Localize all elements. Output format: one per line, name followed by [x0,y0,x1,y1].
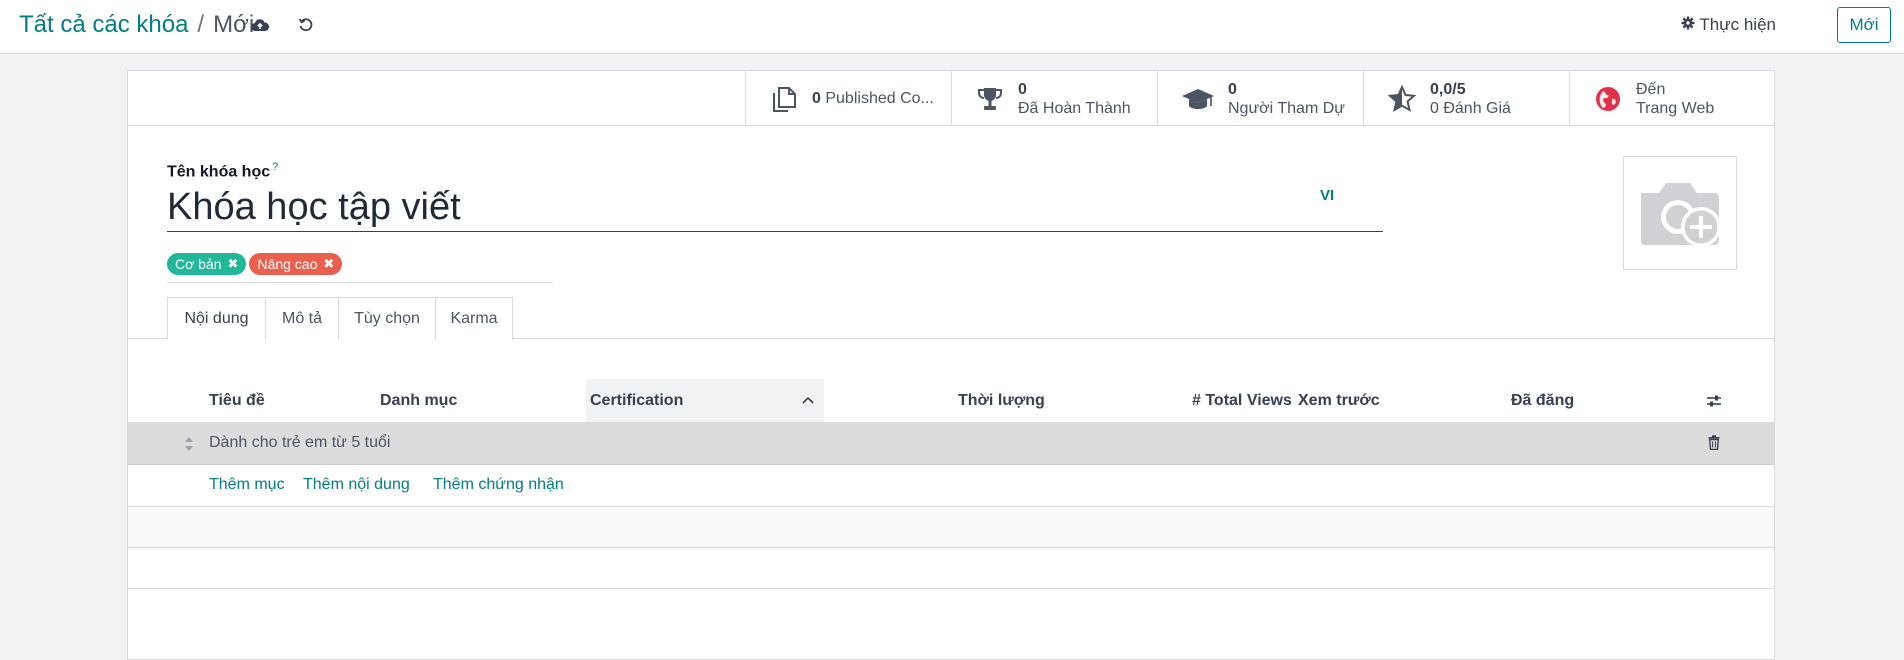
star-half-icon [1386,83,1418,115]
drag-handle-icon[interactable] [184,436,194,457]
completed-button[interactable]: 0 Đã Hoàn Thành [951,71,1157,126]
website-line1: Đến [1636,80,1666,98]
attendees-count: 0 [1228,80,1237,98]
header-divider [128,125,745,126]
tab-karma[interactable]: Karma [435,297,513,340]
trash-icon[interactable] [1708,435,1720,455]
notebook-tabs: Nội dung Mô tả Tùy chọn Karma [128,297,1774,340]
camera-plus-icon [1635,171,1725,256]
column-duration[interactable]: Thời lượng [958,379,1045,422]
course-name-input[interactable]: Khóa học tập viết [167,182,1383,232]
breadcrumb-separator: / [197,11,205,38]
tag-badge: Nâng cao ✖ [249,253,343,275]
published-contents-label: Published Co... [825,90,934,107]
optional-columns-sliders-icon[interactable] [1706,379,1722,422]
globe-icon [1592,83,1624,115]
remove-tag-icon[interactable]: ✖ [228,256,239,272]
control-panel: Tất cả các khóa / Mới Thực hiện Mới [0,0,1904,54]
add-content-link[interactable]: Thêm nội dung [303,476,410,494]
tag-badge: Cơ bản ✖ [167,253,247,275]
empty-row [128,548,1774,589]
column-published[interactable]: Đã đăng [1511,379,1574,422]
section-row[interactable]: Dành cho trẻ em từ 5 tuổi [128,423,1774,465]
column-certification[interactable]: Certification [586,379,824,422]
trophy-icon [974,83,1006,115]
gear-icon [1681,15,1695,35]
completed-count: 0 [1018,80,1027,98]
graduation-cap-icon [1180,83,1216,115]
add-certification-link[interactable]: Thêm chứng nhận [433,476,564,494]
breadcrumb-current: Mới [213,11,255,38]
tab-content[interactable]: Nội dung [167,297,266,340]
save-cloud-icon[interactable] [249,14,271,36]
column-total-views[interactable]: # Total Views [1192,379,1292,422]
help-tooltip-icon[interactable]: ? [272,161,278,173]
tag-label: Nâng cao [257,256,318,272]
actions-menu-button[interactable]: Thực hiện [1681,15,1776,35]
form-sheet: 0 Published Co... 0 Đã Hoàn Thành 0 Ngườ… [127,70,1775,660]
attendees-label: Người Tham Dự [1228,99,1345,117]
breadcrumb: Tất cả các khóa / Mới [19,11,254,39]
rating-button[interactable]: 0,0/5 0 Đánh Giá [1363,71,1569,126]
column-preview[interactable]: Xem trước [1298,379,1380,422]
column-category[interactable]: Danh mục [380,379,457,422]
attendees-button[interactable]: 0 Người Tham Dự [1157,71,1363,126]
add-line-row: Thêm mục Thêm nội dung Thêm chứng nhận [128,465,1774,507]
smart-button-box: 0 Published Co... 0 Đã Hoàn Thành 0 Ngườ… [745,71,1775,126]
published-contents-button[interactable]: 0 Published Co... [745,71,951,126]
tab-description[interactable]: Mô tả [265,297,339,340]
rating-label: 0 Đánh Giá [1430,99,1511,117]
add-section-link[interactable]: Thêm mục [209,476,285,494]
section-title: Dành cho trẻ em từ 5 tuổi [209,434,391,451]
tab-options[interactable]: Tùy chọn [338,297,436,340]
published-contents-count: 0 [812,90,821,107]
tags-field[interactable]: Cơ bản ✖ Nâng cao ✖ [167,253,553,283]
remove-tag-icon[interactable]: ✖ [323,256,334,272]
go-to-website-button[interactable]: Đến Trang Web [1569,71,1775,126]
column-certification-label: Certification [590,391,684,409]
discard-undo-icon[interactable] [295,14,317,36]
breadcrumb-parent-link[interactable]: Tất cả các khóa [19,11,188,39]
course-name-label: Tên khóa học? [167,161,279,181]
column-title[interactable]: Tiêu đề [209,379,265,422]
website-line2: Trang Web [1636,99,1715,117]
new-record-button[interactable]: Mới [1837,7,1891,43]
actions-label: Thực hiện [1699,15,1776,34]
sort-chevron-up-icon [802,391,814,409]
empty-row [128,507,1774,548]
course-image-upload[interactable] [1623,156,1737,270]
completed-label: Đã Hoàn Thành [1018,99,1131,117]
list-header: Tiêu đề Danh mục Certification Thời lượn… [128,379,1774,423]
language-toggle[interactable]: VI [1320,187,1334,204]
rating-value: 0,0/5 [1430,80,1466,98]
tag-label: Cơ bản [175,256,222,272]
copy-files-icon [768,83,800,115]
